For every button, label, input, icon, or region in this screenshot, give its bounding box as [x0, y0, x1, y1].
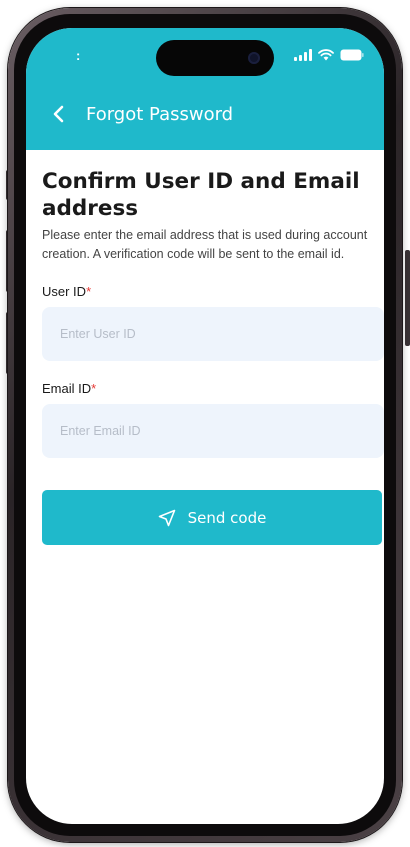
user-id-label: User ID*	[42, 284, 368, 299]
send-icon	[158, 509, 176, 527]
dynamic-island	[156, 40, 274, 76]
signal-icon	[294, 49, 312, 61]
wifi-icon	[318, 49, 334, 61]
chevron-left-icon[interactable]	[48, 103, 70, 125]
email-id-label: Email ID*	[42, 381, 368, 396]
page-title: Forgot Password	[86, 103, 234, 125]
status-time: :	[76, 48, 81, 63]
nav-bar: Forgot Password	[26, 94, 384, 134]
send-code-button[interactable]: Send code	[42, 490, 382, 545]
email-id-label-text: Email ID	[42, 381, 92, 396]
form-description: Please enter the email address that is u…	[42, 228, 368, 261]
power-button	[405, 250, 410, 346]
status-icons	[294, 49, 364, 61]
required-marker: *	[91, 381, 97, 396]
form-heading: Confirm User ID and Email address	[42, 169, 360, 221]
camera-lens	[248, 52, 260, 64]
user-id-label-text: User ID	[42, 284, 87, 299]
app-screen: : Forgot Password Confirm User ID and Em…	[26, 28, 384, 824]
main-content: Confirm User ID and Email address Please…	[42, 168, 384, 545]
device-mockup: : Forgot Password Confirm User ID and Em…	[0, 0, 410, 847]
app-header: : Forgot Password	[26, 28, 384, 150]
send-code-label: Send code	[187, 508, 267, 527]
battery-icon	[340, 49, 364, 61]
email-id-input[interactable]	[42, 404, 384, 458]
required-marker: *	[86, 284, 92, 299]
user-id-input[interactable]	[42, 307, 384, 361]
